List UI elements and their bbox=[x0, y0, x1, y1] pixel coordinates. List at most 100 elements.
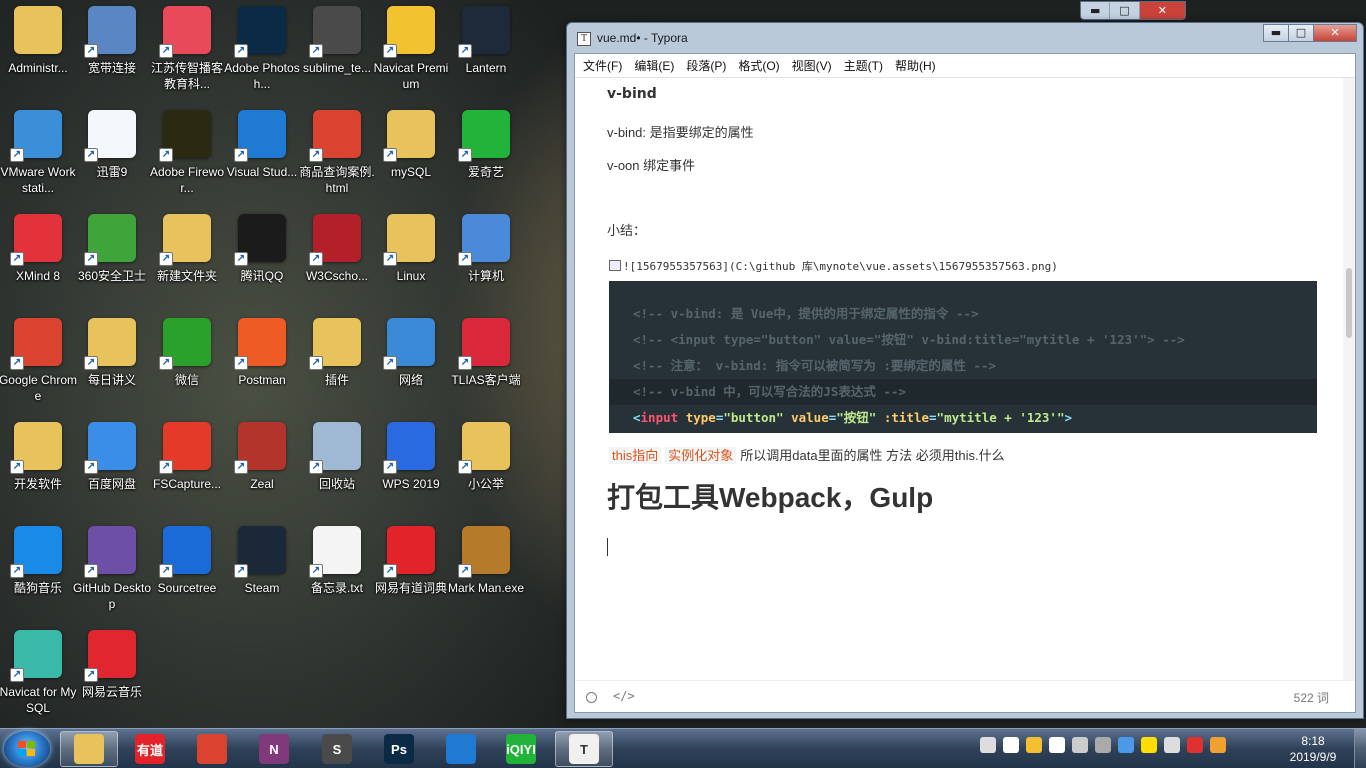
code-block[interactable]: <!-- v-bind: 是 Vue中，提供的用于绑定属性的指令 --> <!-… bbox=[609, 281, 1317, 433]
tray-icon[interactable] bbox=[1141, 737, 1157, 753]
clock[interactable]: 8:18 2019/9/9 bbox=[1282, 733, 1344, 765]
minimize-button[interactable]: ▬ bbox=[1263, 24, 1289, 42]
start-button[interactable] bbox=[4, 731, 50, 767]
desktop-shortcut[interactable]: ↗ TLIAS客户端 bbox=[448, 312, 524, 412]
taskbar-typora[interactable]: T bbox=[555, 731, 613, 767]
taskbar-vscode[interactable] bbox=[432, 731, 490, 767]
desktop-shortcut[interactable]: ↗ 酷狗音乐 bbox=[0, 520, 76, 620]
menu-format[interactable]: 格式(O) bbox=[738, 57, 779, 74]
taskbar-iqiyi[interactable]: iQIYI bbox=[492, 731, 550, 767]
taskbar-chrome[interactable] bbox=[183, 731, 241, 767]
tray-icon[interactable] bbox=[1187, 737, 1203, 753]
desktop-shortcut[interactable]: ↗ 网易有道词典 bbox=[373, 520, 449, 620]
menu-edit[interactable]: 编辑(E) bbox=[634, 57, 674, 74]
paragraph[interactable]: v-bind: 是指要绑定的属性 bbox=[607, 122, 754, 141]
desktop-shortcut[interactable]: ↗ WPS 2019 bbox=[373, 416, 449, 516]
tray-icon[interactable] bbox=[1118, 737, 1134, 753]
tray-icon[interactable] bbox=[1026, 737, 1042, 753]
desktop-shortcut[interactable]: ↗ XMind 8 bbox=[0, 208, 76, 308]
desktop-shortcut[interactable]: ↗ 备忘录.txt bbox=[299, 520, 375, 620]
desktop-shortcut[interactable]: ↗ VMware Workstati... bbox=[0, 104, 76, 204]
scrollbar-thumb[interactable] bbox=[1346, 268, 1352, 338]
desktop-shortcut[interactable]: ↗ 微信 bbox=[149, 312, 225, 412]
vertical-scrollbar[interactable] bbox=[1343, 78, 1355, 680]
fireworks-icon: ↗ bbox=[159, 110, 211, 162]
desktop-shortcut[interactable]: ↗ mySQL bbox=[373, 104, 449, 204]
desktop-shortcut[interactable]: ↗ 计算机 bbox=[448, 208, 524, 308]
desktop-shortcut[interactable]: ↗ Postman bbox=[224, 312, 300, 412]
desktop-shortcut[interactable]: ↗ 插件 bbox=[299, 312, 375, 412]
desktop-shortcut[interactable]: ↗ 商品查询案例.html bbox=[299, 104, 375, 204]
tray-icon[interactable] bbox=[1003, 737, 1019, 753]
desktop-shortcut[interactable]: ↗ 回收站 bbox=[299, 416, 375, 516]
desktop-shortcut[interactable]: ↗ W3Cscho... bbox=[299, 208, 375, 308]
desktop-shortcut[interactable]: ↗ 宽带连接 bbox=[74, 0, 150, 100]
heading-webpack-gulp[interactable]: 打包工具Webpack，Gulp bbox=[607, 476, 933, 516]
desktop-shortcut-label: GitHub Desktop bbox=[72, 581, 152, 611]
show-desktop-button[interactable] bbox=[1354, 729, 1366, 768]
tray-icon[interactable] bbox=[1210, 737, 1226, 753]
desktop-shortcut[interactable]: ↗ Lantern bbox=[448, 0, 524, 100]
maximize-icon[interactable]: □ bbox=[1110, 2, 1140, 19]
desktop-shortcut[interactable]: ↗ 爱奇艺 bbox=[448, 104, 524, 204]
desktop-shortcut[interactable]: ↗ 腾讯QQ bbox=[224, 208, 300, 308]
desktop-shortcut[interactable]: ↗ 360安全卫士 bbox=[74, 208, 150, 308]
desktop-shortcut[interactable]: ↗ Navicat for MySQL bbox=[0, 624, 76, 724]
tray-icon[interactable] bbox=[1049, 737, 1065, 753]
broken-image-markdown[interactable]: ![1567955357563](C:\github 库\mynote\vue.… bbox=[609, 258, 1058, 274]
tray-icon[interactable] bbox=[1072, 737, 1088, 753]
source-mode-toggle[interactable]: </> bbox=[613, 689, 635, 703]
desktop-shortcut[interactable]: ↗ Mark Man.exe bbox=[448, 520, 524, 620]
menu-file[interactable]: 文件(F) bbox=[583, 57, 622, 74]
taskbar-sublime[interactable]: S bbox=[308, 731, 366, 767]
title-bar[interactable]: T vue.md• - Typora ▬ □ ✕ bbox=[567, 23, 1363, 53]
document-editor[interactable]: v-bind v-bind: 是指要绑定的属性 v-oon 绑定事件 小结： !… bbox=[575, 78, 1343, 680]
desktop-shortcut[interactable]: ↗ 小公举 bbox=[448, 416, 524, 516]
tray-icon[interactable] bbox=[980, 737, 996, 753]
menu-paragraph[interactable]: 段落(P) bbox=[686, 57, 726, 74]
desktop-shortcut[interactable]: ↗ Sourcetree bbox=[149, 520, 225, 620]
sidebar-toggle-icon[interactable] bbox=[586, 692, 597, 703]
desktop-shortcut[interactable]: ↗ Adobe Photosh... bbox=[224, 0, 300, 100]
desktop-shortcut[interactable]: ↗ 网络 bbox=[373, 312, 449, 412]
desktop-shortcut[interactable]: ↗ Linux bbox=[373, 208, 449, 308]
tray-icon[interactable] bbox=[1095, 737, 1111, 753]
taskbar-youdao[interactable]: 有道 bbox=[121, 731, 179, 767]
desktop-shortcut[interactable]: ↗ GitHub Desktop bbox=[72, 520, 152, 620]
taskbar-onenote[interactable]: N bbox=[245, 731, 303, 767]
desktop-shortcut[interactable]: ↗ 百度网盘 bbox=[74, 416, 150, 516]
desktop-shortcut[interactable]: ↗ Steam bbox=[224, 520, 300, 620]
tray-icon[interactable] bbox=[1164, 737, 1180, 753]
desktop-shortcut[interactable]: ↗ 每日讲义 bbox=[74, 312, 150, 412]
desktop-shortcut[interactable]: ↗ 网易云音乐 bbox=[74, 624, 150, 724]
heading-v-bind[interactable]: v-bind bbox=[607, 86, 657, 102]
menu-theme[interactable]: 主题(T) bbox=[844, 57, 883, 74]
desktop-shortcut[interactable]: Administr... bbox=[0, 0, 76, 100]
desktop-shortcut[interactable]: ↗ Navicat Premium bbox=[373, 0, 449, 100]
paragraph[interactable]: 小结： bbox=[607, 220, 646, 239]
shortcut-arrow-icon: ↗ bbox=[10, 460, 24, 474]
close-button[interactable]: ✕ bbox=[1313, 24, 1357, 42]
desktop-shortcut[interactable]: ↗ Google Chrome bbox=[0, 312, 77, 412]
menu-view[interactable]: 视图(V) bbox=[792, 57, 832, 74]
desktop-shortcut[interactable]: ↗ 迅雷9 bbox=[74, 104, 150, 204]
desktop-shortcut[interactable]: ↗ 开发软件 bbox=[0, 416, 76, 516]
desktop-shortcut[interactable]: ↗ 江苏传智播客教育科... bbox=[149, 0, 225, 100]
typora-window: T vue.md• - Typora ▬ □ ✕ 文件(F) 编辑(E) 段落(… bbox=[566, 22, 1364, 719]
paragraph[interactable]: v-oon 绑定事件 bbox=[607, 155, 695, 174]
desktop-shortcut[interactable]: ↗ 新建文件夹 bbox=[149, 208, 225, 308]
taskbar-photoshop[interactable]: Ps bbox=[370, 731, 428, 767]
desktop-shortcut[interactable]: ↗ sublime_te... bbox=[299, 0, 375, 100]
paragraph[interactable]: this指向 实例化对象 所以调用data里面的属性 方法 必须用this.什么 bbox=[609, 445, 1005, 464]
close-icon[interactable]: ✕ bbox=[1139, 2, 1185, 19]
menu-help[interactable]: 帮助(H) bbox=[895, 57, 936, 74]
taskbar-explorer[interactable] bbox=[60, 731, 118, 767]
desktop-shortcut[interactable]: ↗ Adobe Firewor... bbox=[149, 104, 225, 204]
desktop-shortcut[interactable]: ↗ Visual Stud... bbox=[224, 104, 300, 204]
shortcut-arrow-icon: ↗ bbox=[234, 356, 248, 370]
desktop-shortcut[interactable]: ↗ Zeal bbox=[224, 416, 300, 516]
minimize-icon[interactable]: ▬ bbox=[1081, 2, 1111, 19]
maximize-button[interactable]: □ bbox=[1288, 24, 1314, 42]
desktop-shortcut[interactable]: ↗ FSCapture... bbox=[149, 416, 225, 516]
word-count[interactable]: 522 词 bbox=[1294, 689, 1329, 706]
